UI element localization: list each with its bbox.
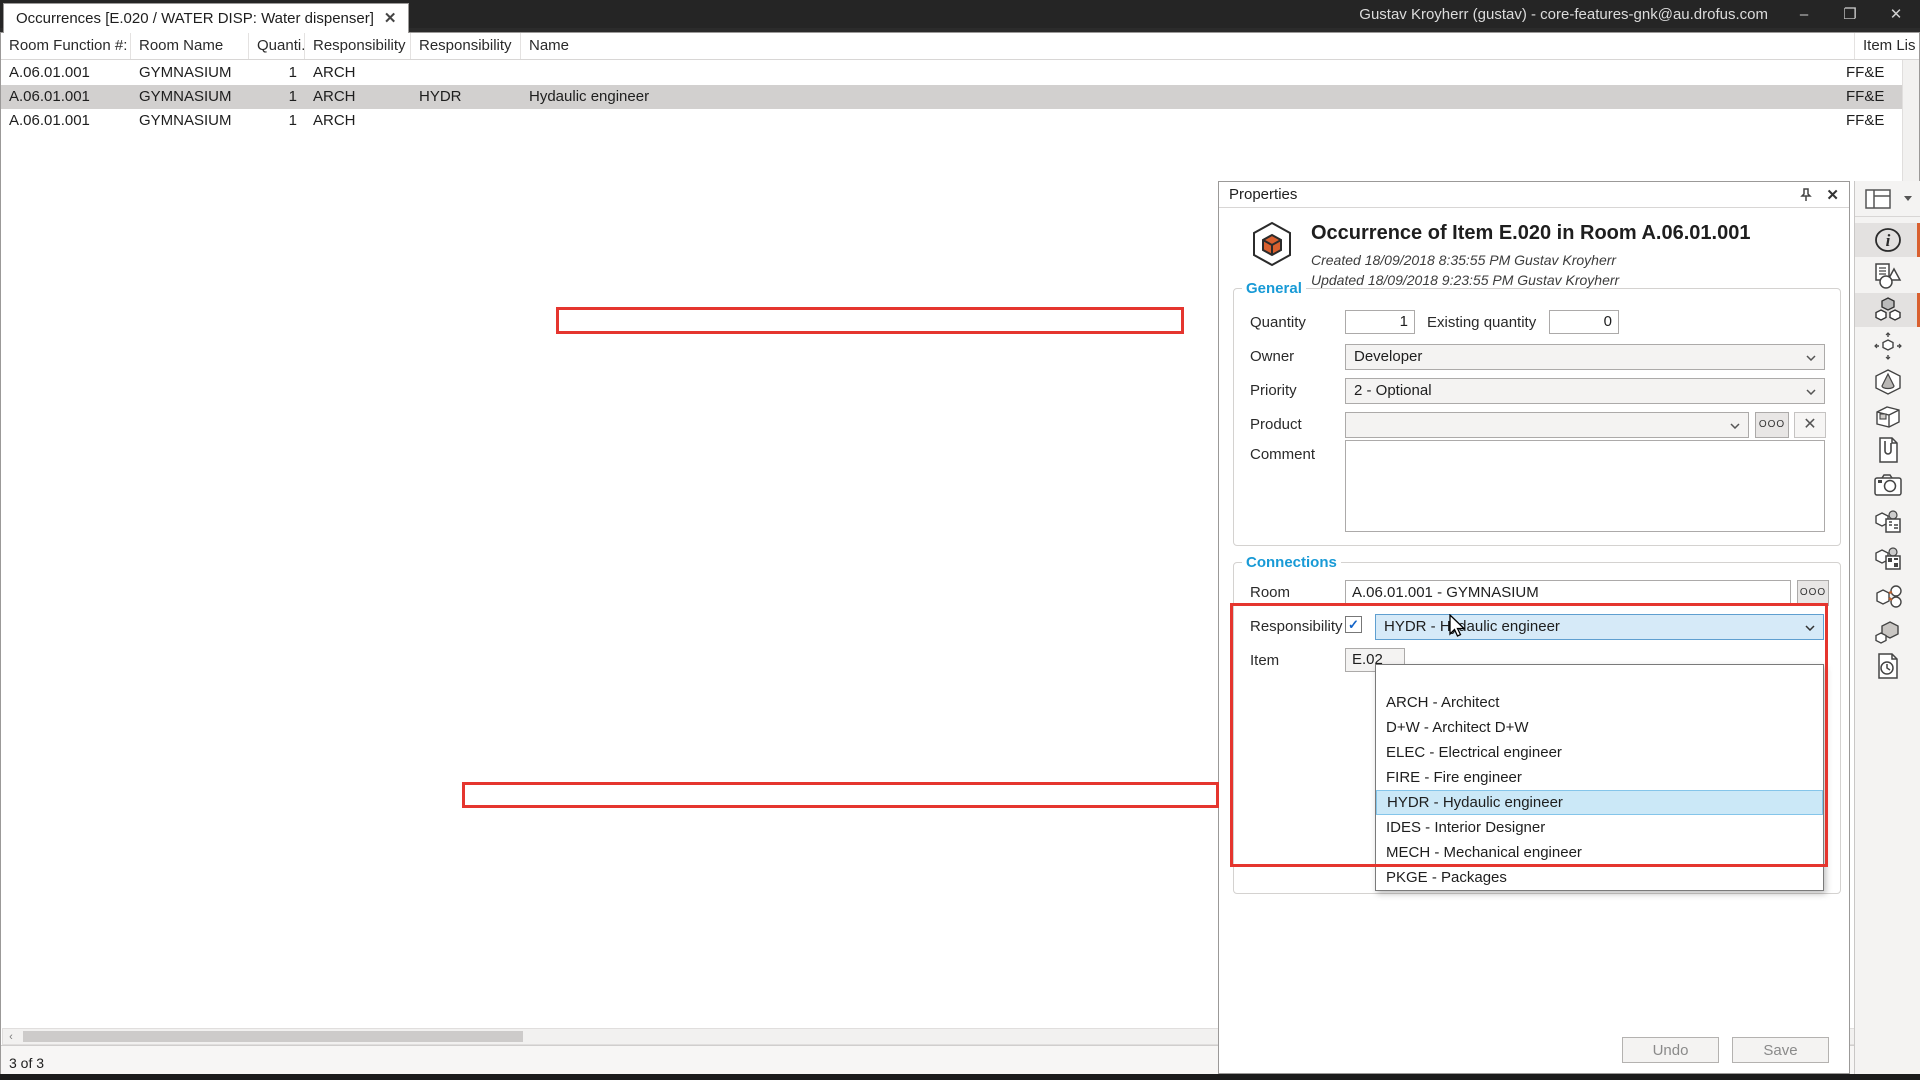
svg-text:i: i — [1886, 231, 1891, 250]
dropdown-option[interactable] — [1376, 665, 1823, 690]
occurrence-table-row[interactable]: A.06.01.001 GYMNASIUM 1 ARCH HYDR Hydaul… — [1, 85, 1902, 109]
info-icon[interactable]: i — [1855, 223, 1920, 257]
product-box-icon[interactable] — [1855, 400, 1920, 434]
occurrence-table-row[interactable]: A.06.01.001 GYMNASIUM 1 ARCH FF&E — [1, 109, 1902, 133]
occurrences-tab[interactable]: Occurrences [E.020 / WATER DISP: Water d… — [3, 3, 409, 33]
undo-button[interactable]: Undo — [1622, 1037, 1719, 1063]
history-icon[interactable] — [1855, 649, 1920, 683]
product-select[interactable] — [1345, 412, 1749, 438]
classification-icon[interactable] — [1855, 505, 1920, 539]
dropdown-option[interactable]: PKGE - Packages — [1376, 865, 1823, 890]
responsibility-label: Responsibility — [1250, 618, 1343, 635]
panel-layout-caret-icon[interactable] — [1904, 196, 1912, 201]
product-clear-button[interactable]: ✕ — [1794, 412, 1826, 438]
owner-select[interactable]: Developer — [1345, 344, 1825, 370]
occurrence-table-row[interactable]: A.06.01.001 GYMNASIUM 1 ARCH FF&E — [1, 61, 1902, 85]
sub-items-icon[interactable] — [1855, 615, 1920, 649]
close-panel-icon[interactable]: ✕ — [1826, 186, 1839, 204]
occurrence-items-icon[interactable] — [1855, 293, 1920, 327]
responsibility-dropdown: ARCH - ArchitectD+W - Architect D+WELEC … — [1375, 664, 1824, 891]
existing-quantity-label: Existing quantity — [1427, 314, 1536, 331]
window-bottom-edge — [0, 1074, 1920, 1080]
room-field[interactable]: A.06.01.001 - GYMNASIUM — [1345, 580, 1791, 606]
owner-label: Owner — [1250, 348, 1294, 365]
priority-label: Priority — [1250, 382, 1297, 399]
occurrence-images-icon[interactable] — [1855, 468, 1920, 502]
room-label: Room — [1250, 584, 1290, 601]
dropdown-option[interactable]: D+W - Architect D+W — [1376, 715, 1823, 740]
panel-layout-icon[interactable] — [1865, 189, 1891, 209]
dropdown-option[interactable]: MECH - Mechanical engineer — [1376, 840, 1823, 865]
properties-view-toolbar: i — [1854, 181, 1920, 1074]
occurrence-icon — [1249, 220, 1295, 268]
product-label: Product — [1250, 416, 1302, 433]
item-label: Item — [1250, 652, 1279, 669]
dropdown-option[interactable]: ELEC - Electrical engineer — [1376, 740, 1823, 765]
dropdown-option[interactable]: ARCH - Architect — [1376, 690, 1823, 715]
matrix-icon[interactable] — [1855, 542, 1920, 576]
occurrences-panel: Occurrences [E.020 / WATER DISP: Water d… — [0, 521, 747, 887]
created-label: Created 18/09/2018 8:35:55 PM Gustav Kro… — [1311, 252, 1616, 268]
occurrences-table-header[interactable]: Room Function #: Room Name Quanti... Res… — [1, 33, 1919, 60]
comment-label: Comment — [1250, 446, 1315, 463]
product-browse-button[interactable]: OOO — [1755, 412, 1789, 438]
close-tab-icon[interactable]: ✕ — [384, 5, 397, 33]
occurrence-attachments-icon[interactable] — [1855, 433, 1920, 467]
item-data-sheet-icon[interactable] — [1855, 259, 1920, 293]
pin-icon[interactable] — [1800, 188, 1812, 202]
room-browse-button[interactable]: OOO — [1797, 580, 1829, 606]
responsibility-checkbox[interactable]: ✓ — [1345, 616, 1362, 633]
product-cone-icon[interactable] — [1855, 365, 1920, 399]
quantity-label: Quantity — [1250, 314, 1306, 331]
transform-icon[interactable] — [1855, 329, 1920, 363]
occurrences-count: 3 of 3 — [9, 1055, 44, 1071]
dropdown-option[interactable]: HYDR - Hydaulic engineer — [1376, 790, 1823, 815]
drofus-window: dRofus [Core Features - Core Features] 2… — [0, 0, 1920, 1080]
scroll-left-icon[interactable]: ‹ — [3, 1029, 19, 1044]
quantity-field[interactable]: 1 — [1345, 310, 1415, 334]
priority-select[interactable]: 2 - Optional — [1345, 378, 1825, 404]
save-button[interactable]: Save — [1732, 1037, 1829, 1063]
properties-title: Properties — [1229, 186, 1297, 203]
responsibility-select[interactable]: HYDR - Hydaulic engineer — [1375, 614, 1824, 640]
properties-panel: Properties ✕ Occurrence of Item E.020 in… — [1218, 181, 1850, 1074]
general-section-label: General — [1242, 280, 1306, 297]
dropdown-option[interactable]: FIRE - Fire engineer — [1376, 765, 1823, 790]
occurrence-header: Occurrence of Item E.020 in Room A.06.01… — [1311, 222, 1750, 245]
existing-quantity-field[interactable]: 0 — [1549, 310, 1619, 334]
dropdown-option[interactable]: IDES - Interior Designer — [1376, 815, 1823, 840]
comment-textarea[interactable] — [1345, 440, 1825, 532]
connections-icon[interactable] — [1855, 579, 1920, 613]
connections-section-label: Connections — [1242, 554, 1341, 571]
